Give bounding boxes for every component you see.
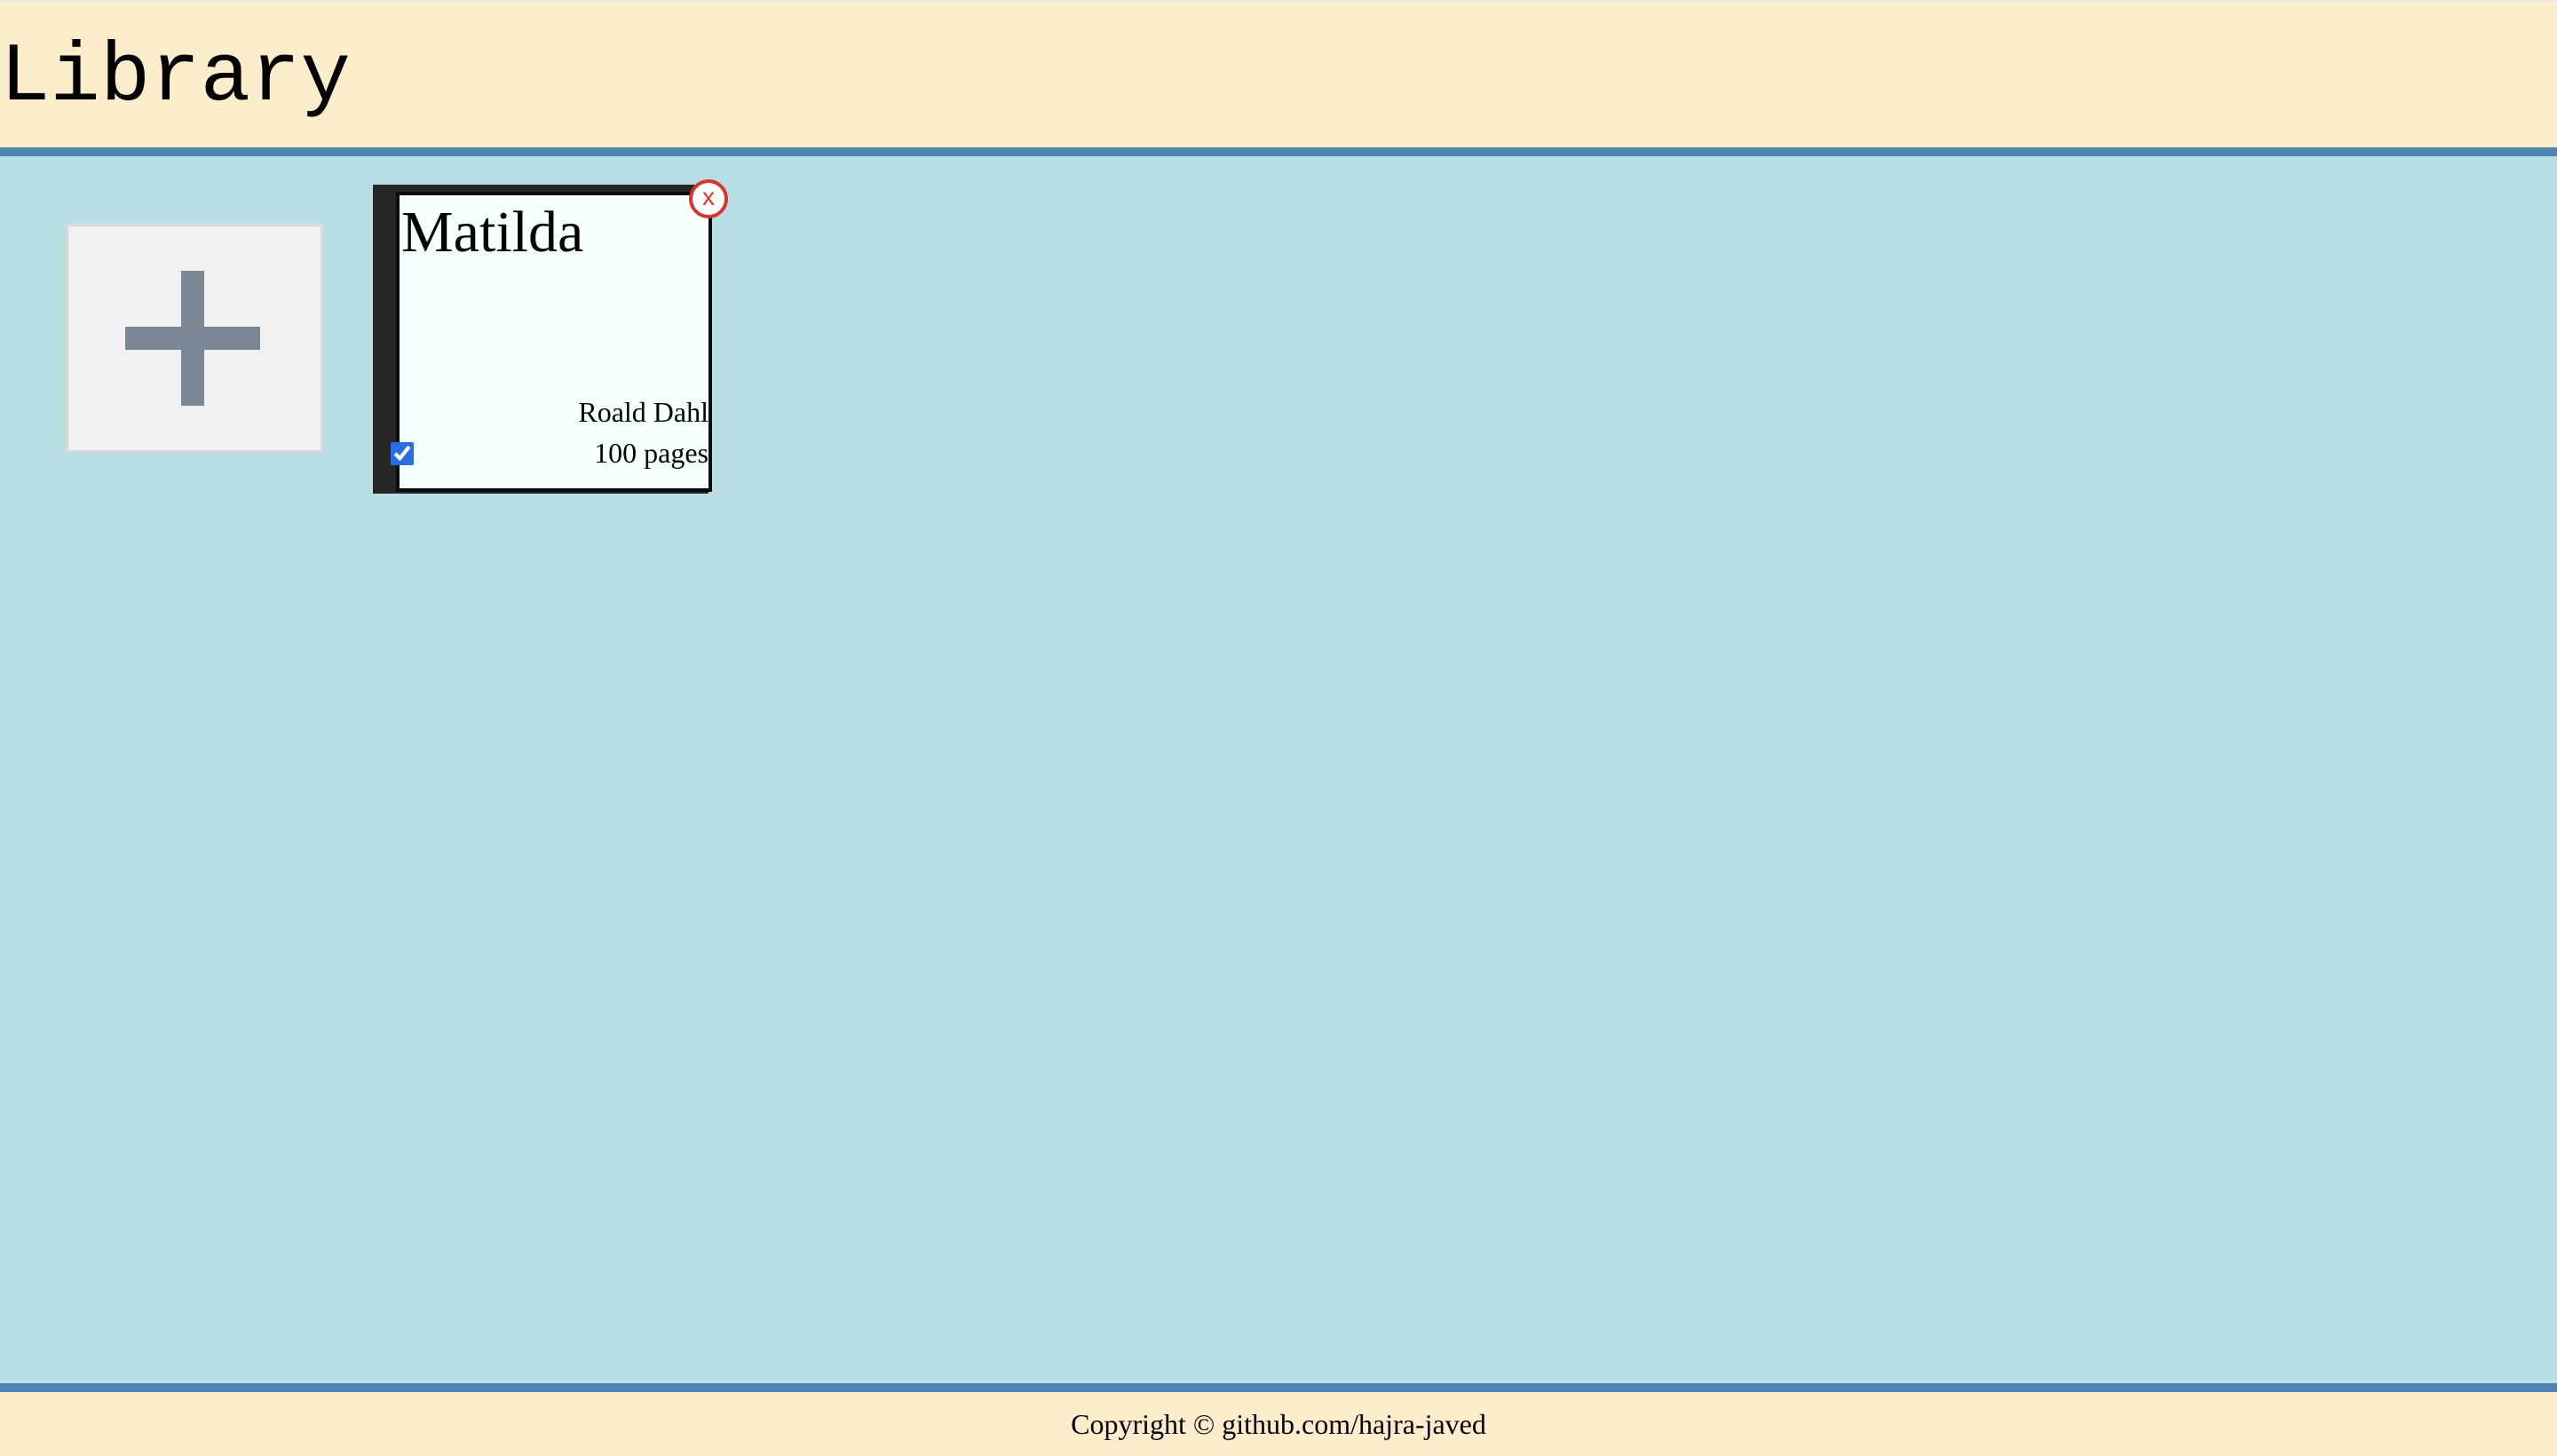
book-author: Roald Dahl xyxy=(578,396,709,428)
remove-book-button[interactable]: x xyxy=(689,179,728,218)
add-book-button[interactable] xyxy=(66,224,323,453)
page-title: Library xyxy=(0,31,351,125)
plus-icon xyxy=(125,271,260,406)
footer-divider xyxy=(0,1383,2557,1392)
header-divider xyxy=(0,147,2557,156)
footer: Copyright © github.com/hajra-javed xyxy=(0,1392,2557,1456)
read-status-checkbox[interactable] xyxy=(391,442,414,465)
copyright-text: Copyright © github.com/hajra-javed xyxy=(1071,1408,1486,1440)
book-pages: 100 pages xyxy=(594,437,709,469)
header: Library xyxy=(0,0,2557,147)
library-shelf: Matilda Roald Dahl 100 pages x xyxy=(0,156,2557,1383)
book-card: Matilda Roald Dahl 100 pages x xyxy=(373,179,728,497)
book-title: Matilda xyxy=(401,200,584,265)
